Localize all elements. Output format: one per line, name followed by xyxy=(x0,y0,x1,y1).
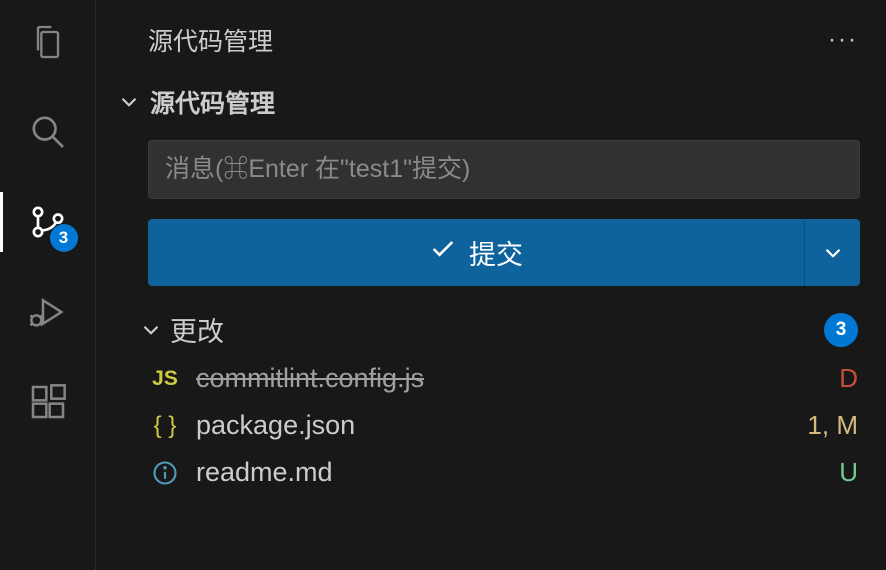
section-title: 源代码管理 xyxy=(150,84,275,120)
panel-title: 源代码管理 xyxy=(148,22,273,58)
changes-header[interactable]: 更改 3 xyxy=(96,286,886,355)
search-icon xyxy=(28,112,68,152)
more-actions-icon[interactable]: ··· xyxy=(828,26,858,54)
js-file-icon: JS xyxy=(148,367,182,391)
chevron-down-icon xyxy=(116,89,142,115)
file-name: package.json xyxy=(196,410,793,441)
extensions-tab[interactable] xyxy=(24,378,72,426)
chevron-down-icon xyxy=(138,317,164,343)
file-name: readme.md xyxy=(196,457,825,488)
commit-box: 提交 xyxy=(148,140,860,286)
scm-badge: 3 xyxy=(50,224,78,252)
activity-bar: 3 xyxy=(0,0,96,570)
commit-button-label: 提交 xyxy=(469,233,523,272)
section-header[interactable]: 源代码管理 xyxy=(96,76,886,130)
json-file-icon: { } xyxy=(148,412,182,440)
commit-dropdown-button[interactable] xyxy=(804,219,860,286)
commit-button-row: 提交 xyxy=(148,219,860,286)
chevron-down-icon xyxy=(820,240,846,266)
explorer-tab[interactable] xyxy=(24,18,72,66)
file-status-untracked: U xyxy=(839,457,858,488)
source-control-tab[interactable]: 3 xyxy=(24,198,72,246)
file-status-deleted: D xyxy=(839,363,858,394)
search-tab[interactable] xyxy=(24,108,72,156)
changes-title: 更改 xyxy=(170,310,824,349)
file-row[interactable]: JS commitlint.config.js D xyxy=(96,355,886,402)
run-debug-tab[interactable] xyxy=(24,288,72,336)
commit-message-input[interactable] xyxy=(148,140,860,199)
commit-button[interactable]: 提交 xyxy=(148,219,804,286)
info-file-icon xyxy=(148,459,182,487)
source-control-panel: 源代码管理 ··· 源代码管理 提交 更改 3 JS xyxy=(96,0,886,570)
file-name: commitlint.config.js xyxy=(196,363,825,394)
file-row[interactable]: readme.md U xyxy=(96,449,886,496)
changes-count-badge: 3 xyxy=(824,313,858,347)
extensions-icon xyxy=(28,382,68,422)
debug-icon xyxy=(28,292,68,332)
file-row[interactable]: { } package.json 1, M xyxy=(96,402,886,449)
panel-header: 源代码管理 ··· xyxy=(96,10,886,76)
files-icon xyxy=(28,22,68,62)
check-icon xyxy=(429,235,457,270)
file-status-modified: 1, M xyxy=(807,410,858,441)
